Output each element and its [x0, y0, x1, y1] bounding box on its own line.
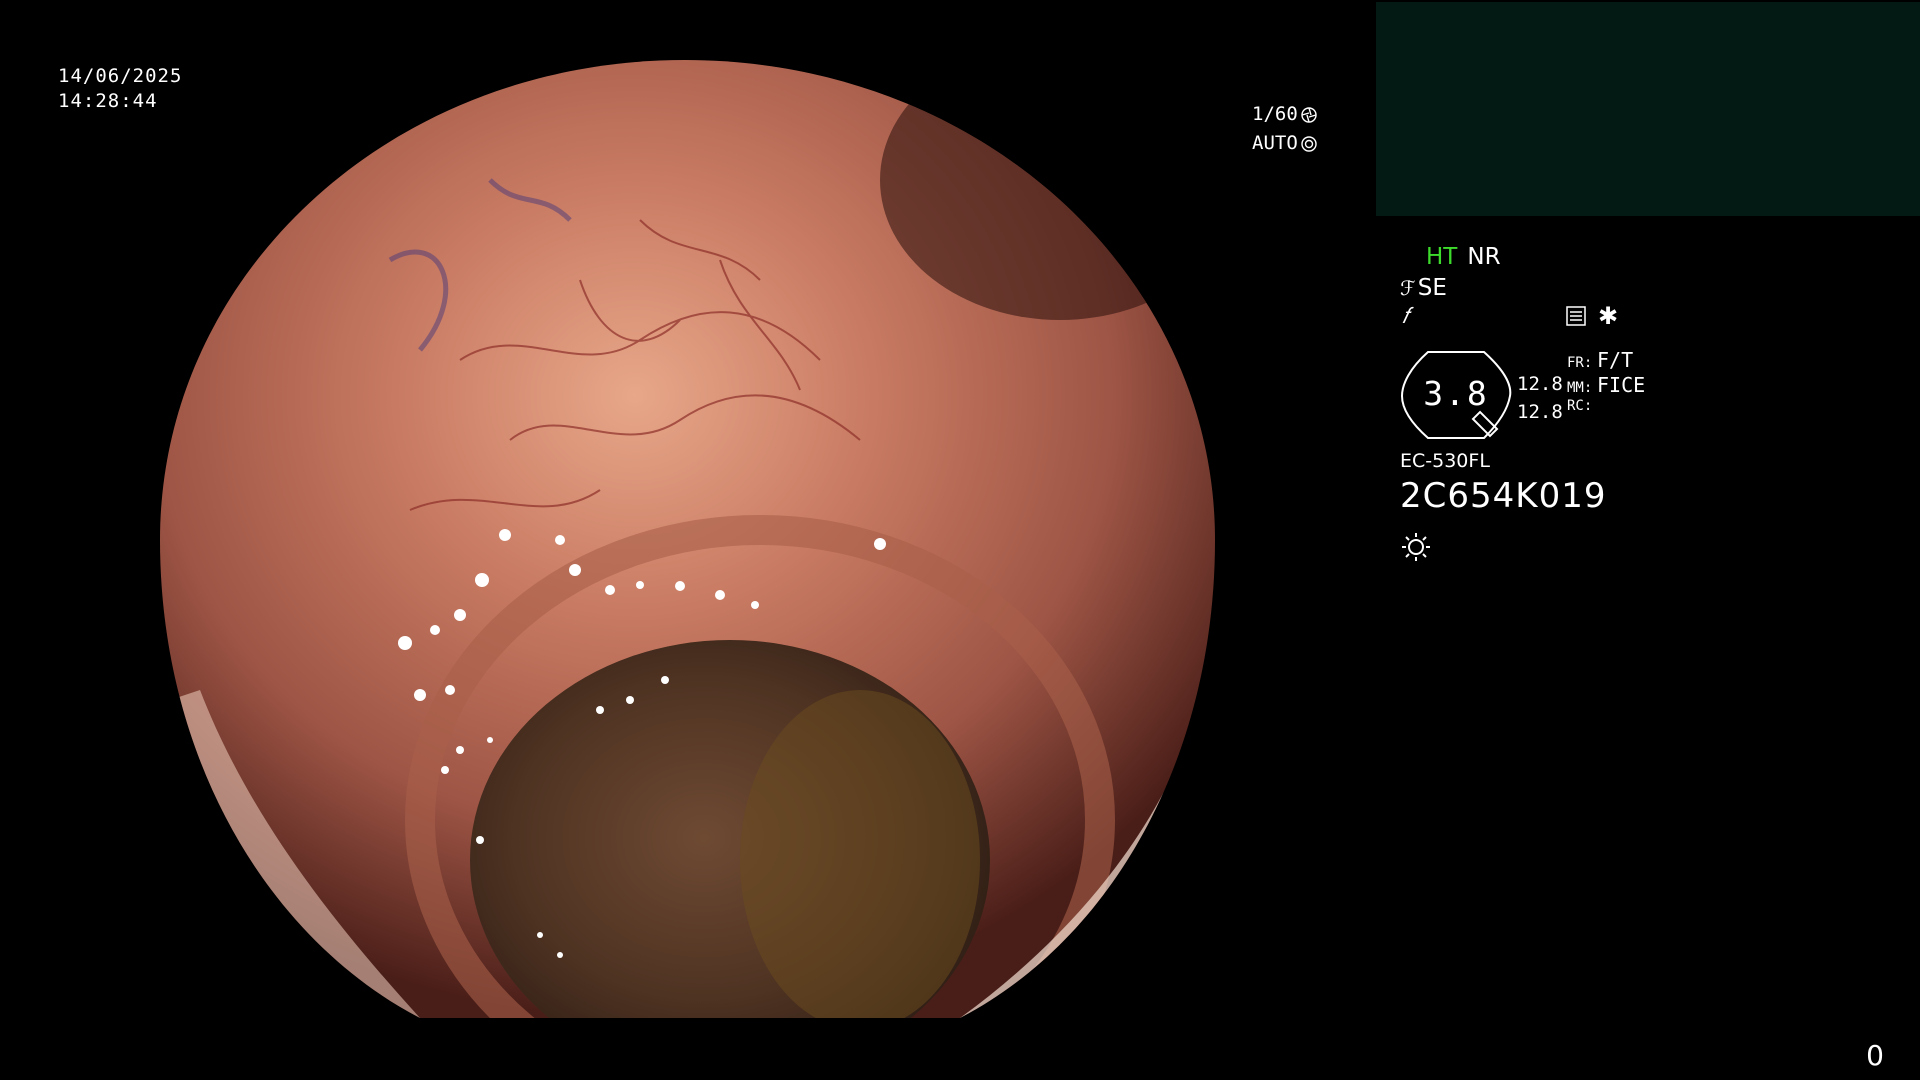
zoom-value: 3.8	[1423, 374, 1489, 413]
exposure-info: 1/60 AUTO	[1252, 100, 1317, 158]
nr-indicator: NR	[1467, 244, 1501, 270]
time-text: 14:28:44	[58, 90, 158, 112]
shutter-row: 1/60	[1252, 100, 1317, 129]
scope-serial: 2C654K019	[1400, 476, 1607, 516]
endoscopy-screen: 14/06/2025 14:28:44 1/60 AUTO HT NR ℱ SE…	[0, 0, 1920, 1080]
datetime-display: 14/06/2025 14:28:44	[58, 64, 182, 114]
iris-mode: AUTO	[1252, 132, 1298, 154]
mm-row: MM: FICE	[1567, 373, 1645, 398]
scope-model: EC-530FL	[1400, 450, 1490, 472]
iris-icon	[1301, 135, 1317, 152]
endoscope-image	[160, 60, 1215, 1018]
zoom-badge: 3.8	[1400, 350, 1512, 440]
fr-value: F/T	[1597, 348, 1634, 372]
se-icon: ℱ	[1400, 276, 1416, 300]
thumbnail-panel	[1376, 2, 1920, 216]
mm-key: MM:	[1567, 380, 1593, 396]
fr-key: FR:	[1567, 355, 1593, 371]
light-icon	[1402, 533, 1430, 561]
corner-counter: 0	[1866, 1039, 1884, 1072]
zoom-num-1: 12.8	[1517, 373, 1563, 395]
mode-row: HT NR	[1426, 244, 1501, 270]
rc-row: RC:	[1567, 398, 1645, 423]
star-icon: ✱	[1598, 302, 1619, 330]
settings-labels: FR: F/T MM: FICE RC:	[1567, 348, 1645, 423]
menu-icon	[1566, 306, 1586, 326]
rc-key: RC:	[1567, 398, 1593, 414]
se-indicator: SE	[1417, 275, 1447, 301]
zoom-numbers: 12.8 12.8	[1517, 370, 1563, 426]
iris-row: AUTO	[1252, 129, 1317, 158]
ht-indicator: HT	[1426, 244, 1458, 270]
f-icon: 𝑓	[1402, 304, 1409, 329]
zoom-num-2: 12.8	[1517, 401, 1563, 423]
mm-value: FICE	[1597, 373, 1646, 397]
se-row: ℱ SE	[1400, 275, 1447, 301]
shutter-speed: 1/60	[1252, 103, 1298, 125]
fr-row: FR: F/T	[1567, 348, 1645, 373]
date-text: 14/06/2025	[58, 65, 183, 87]
aperture-icon	[1301, 106, 1317, 123]
